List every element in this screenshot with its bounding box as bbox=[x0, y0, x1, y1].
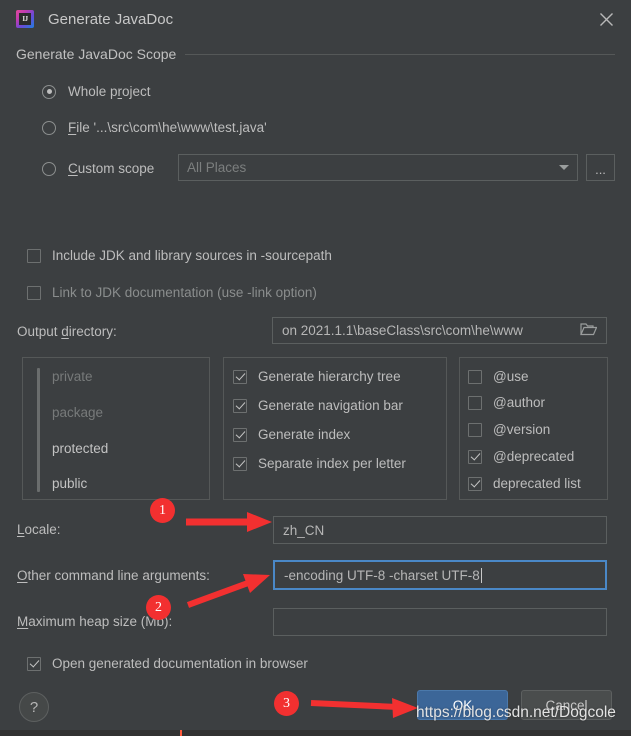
checkbox-label: Generate index bbox=[258, 427, 351, 442]
checkbox-label: @deprecated bbox=[493, 449, 575, 464]
annotation-arrow-1 bbox=[186, 512, 272, 532]
visibility-level-public[interactable]: public bbox=[52, 476, 87, 491]
visibility-level-package[interactable]: package bbox=[52, 405, 103, 420]
custom-scope-value: All Places bbox=[187, 160, 247, 175]
checkbox-label: @author bbox=[493, 395, 545, 410]
checkbox-label: Generate hierarchy tree bbox=[258, 369, 401, 384]
window-title: Generate JavaDoc bbox=[48, 10, 174, 28]
visibility-slider-panel[interactable]: private package protected public bbox=[22, 357, 210, 500]
checkbox-label: Separate index per letter bbox=[258, 456, 406, 471]
radio-custom-scope[interactable]: Custom scope bbox=[42, 161, 154, 176]
generate-options-panel: Generate hierarchy tree Generate navigat… bbox=[223, 357, 447, 500]
other-args-input[interactable]: -encoding UTF-8 -charset UTF-8 bbox=[273, 560, 607, 590]
folder-icon[interactable] bbox=[580, 322, 598, 339]
help-button[interactable]: ? bbox=[19, 692, 49, 722]
annotation-marker-1: 1 bbox=[150, 498, 175, 523]
checkbox-indicator bbox=[27, 285, 41, 300]
checkbox-link-jdk-label: Link to JDK documentation (use -link opt… bbox=[52, 285, 317, 300]
heap-size-label: Maximum heap size (Mb): bbox=[17, 614, 173, 629]
locale-input[interactable]: zh_CN bbox=[273, 516, 607, 544]
radio-indicator bbox=[42, 84, 56, 99]
scope-group-header: Generate JavaDoc Scope bbox=[16, 46, 615, 62]
checkbox-indicator bbox=[468, 422, 482, 437]
checkbox-generate-hierarchy-tree[interactable]: Generate hierarchy tree bbox=[233, 369, 401, 384]
checkbox-separate-index-per-letter[interactable]: Separate index per letter bbox=[233, 456, 406, 471]
radio-file-scope-label: File '...\src\com\he\www\test.java' bbox=[68, 120, 267, 135]
checkbox-generate-index[interactable]: Generate index bbox=[233, 427, 350, 442]
visibility-level-private[interactable]: private bbox=[52, 369, 93, 384]
title-bar: IJ Generate JavaDoc bbox=[0, 0, 631, 38]
close-icon[interactable] bbox=[593, 6, 619, 32]
strip-marker bbox=[180, 730, 182, 736]
checkbox-include-jdk[interactable]: Include JDK and library sources in -sour… bbox=[27, 248, 332, 263]
output-directory-value: on 2021.1.1\baseClass\src\com\he\www bbox=[282, 323, 523, 338]
checkbox-include-jdk-label: Include JDK and library sources in -sour… bbox=[52, 248, 332, 263]
checkbox-deprecated-list[interactable]: deprecated list bbox=[468, 476, 581, 491]
output-directory-label: Output directory: bbox=[17, 324, 117, 339]
tag-options-panel: @use @author @version @deprecated deprec… bbox=[459, 357, 608, 500]
checkbox-indicator bbox=[233, 369, 247, 384]
checkbox-deprecated[interactable]: @deprecated bbox=[468, 449, 574, 464]
radio-indicator bbox=[42, 161, 56, 176]
annotation-arrow-3 bbox=[310, 698, 418, 718]
checkbox-indicator bbox=[468, 449, 482, 464]
checkbox-label: Generate navigation bar bbox=[258, 398, 403, 413]
checkbox-label: @version bbox=[493, 422, 551, 437]
locale-label: Locale: bbox=[17, 522, 61, 537]
text-caret bbox=[480, 567, 482, 583]
checkbox-indicator bbox=[233, 456, 247, 471]
visibility-level-protected[interactable]: protected bbox=[52, 441, 108, 456]
other-args-label: Other command line arguments: bbox=[17, 568, 210, 583]
ok-button[interactable]: OK bbox=[417, 690, 508, 720]
checkbox-indicator bbox=[468, 476, 482, 491]
radio-custom-scope-label: Custom scope bbox=[68, 161, 155, 176]
checkbox-generate-navigation-bar[interactable]: Generate navigation bar bbox=[233, 398, 403, 413]
custom-scope-browse-button[interactable]: ... bbox=[586, 154, 615, 181]
heap-size-input[interactable] bbox=[273, 608, 607, 636]
checkbox-label: deprecated list bbox=[493, 476, 581, 491]
checkbox-version[interactable]: @version bbox=[468, 422, 550, 437]
checkbox-author[interactable]: @author bbox=[468, 395, 545, 410]
window-bottom-strip bbox=[0, 730, 631, 736]
other-args-value: -encoding UTF-8 -charset UTF-8 bbox=[284, 567, 480, 583]
chevron-down-icon bbox=[559, 165, 569, 170]
intellij-idea-icon: IJ bbox=[16, 10, 34, 28]
cancel-button[interactable]: Cancel bbox=[521, 690, 612, 720]
checkbox-indicator bbox=[233, 427, 247, 442]
radio-whole-project[interactable]: Whole project bbox=[42, 84, 151, 99]
scope-group-label: Generate JavaDoc Scope bbox=[16, 46, 177, 62]
checkbox-indicator bbox=[468, 369, 482, 384]
checkbox-indicator bbox=[27, 656, 41, 671]
checkbox-indicator bbox=[233, 398, 247, 413]
output-directory-field[interactable]: on 2021.1.1\baseClass\src\com\he\www bbox=[272, 317, 607, 344]
checkbox-indicator bbox=[27, 248, 41, 263]
checkbox-use[interactable]: @use bbox=[468, 369, 528, 384]
checkbox-open-in-browser[interactable]: Open generated documentation in browser bbox=[27, 656, 308, 671]
group-divider bbox=[185, 53, 615, 55]
custom-scope-dropdown[interactable]: All Places bbox=[178, 154, 578, 181]
checkbox-label: @use bbox=[493, 369, 529, 384]
annotation-marker-3: 3 bbox=[274, 691, 299, 716]
checkbox-open-in-browser-label: Open generated documentation in browser bbox=[52, 656, 308, 671]
radio-file-scope[interactable]: File '...\src\com\he\www\test.java' bbox=[42, 120, 267, 135]
radio-whole-project-label: Whole project bbox=[68, 84, 151, 99]
checkbox-link-jdk[interactable]: Link to JDK documentation (use -link opt… bbox=[27, 285, 317, 300]
locale-value: zh_CN bbox=[283, 522, 325, 538]
slider-track bbox=[37, 368, 40, 492]
checkbox-indicator bbox=[468, 395, 482, 410]
generate-javadoc-dialog: IJ Generate JavaDoc Generate JavaDoc Sco… bbox=[0, 0, 631, 736]
radio-indicator bbox=[42, 120, 56, 135]
